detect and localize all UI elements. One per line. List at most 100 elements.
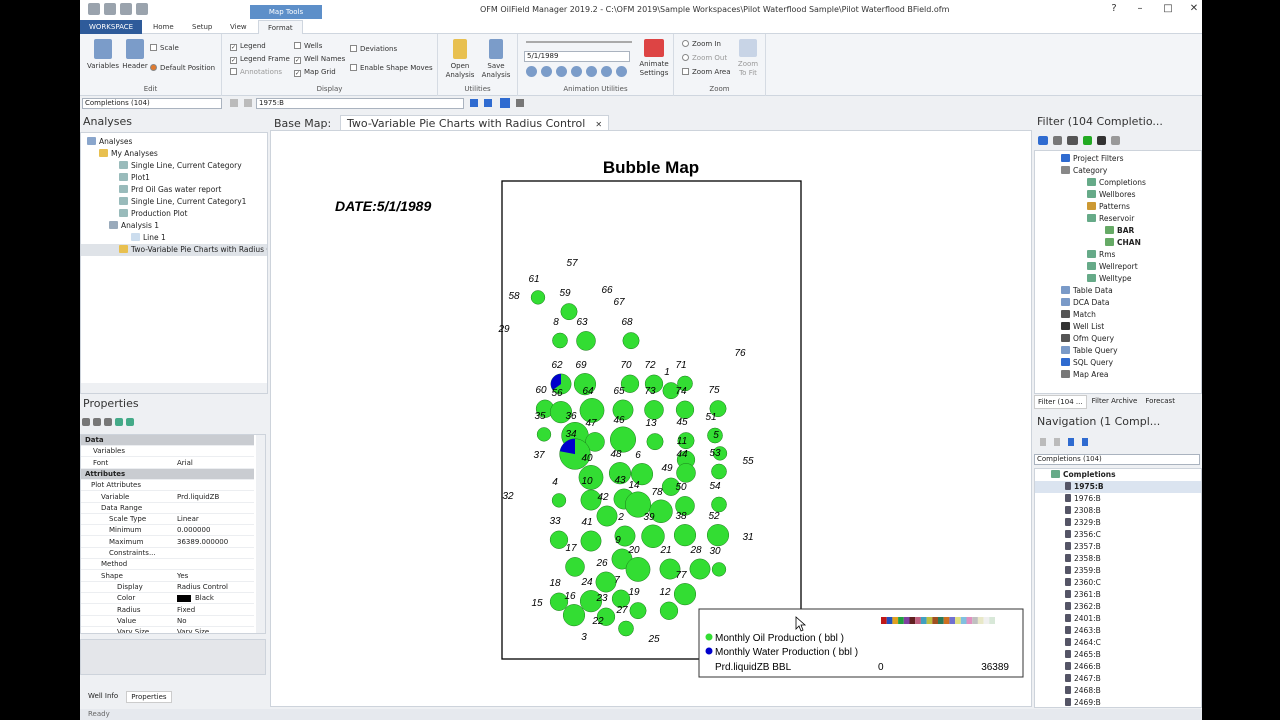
grid-icon[interactable] [500, 98, 510, 108]
well-28[interactable]: 28 [689, 545, 711, 580]
property-row[interactable]: Plot Attributes [81, 480, 254, 492]
filter-tree-item[interactable]: SQL Query [1035, 357, 1201, 369]
property-row[interactable]: Variables [81, 446, 254, 458]
bubble-map-canvas[interactable]: Bubble Map DATE:5/1/1989 576158 59 66678 63… [271, 131, 1031, 706]
well-bubble[interactable] [560, 303, 578, 321]
property-row[interactable]: Shape Yes [81, 571, 254, 582]
filter-tree-item[interactable]: Table Data [1035, 285, 1201, 297]
well-29[interactable]: 29 [497, 324, 510, 335]
well-58[interactable]: 58 [508, 291, 520, 302]
tab-format[interactable]: Format [258, 20, 303, 34]
well-46[interactable]: 46 [610, 415, 636, 453]
navigation-item[interactable]: 2360:C [1035, 577, 1201, 589]
well-bubble[interactable] [711, 463, 727, 480]
annotations-checkbox[interactable]: Annotations [230, 68, 282, 76]
open-analysis-button[interactable]: Open Analysis [442, 39, 478, 80]
well-bubble[interactable] [644, 400, 664, 420]
new-icon[interactable] [88, 3, 100, 15]
well-52[interactable]: 52 [706, 511, 730, 547]
well-22[interactable]: 22 [591, 616, 604, 627]
property-row[interactable]: Data [81, 435, 254, 446]
well-32[interactable]: 32 [502, 491, 514, 502]
navigation-item[interactable]: 2362:B [1035, 601, 1201, 613]
lock-icon[interactable] [82, 418, 90, 426]
play-icon[interactable] [586, 66, 597, 77]
property-row[interactable]: Variable Prd.liquidZB [81, 492, 254, 503]
well-bubble[interactable] [596, 505, 618, 527]
filter-icon[interactable] [516, 99, 524, 107]
next-well-icon[interactable] [470, 99, 478, 107]
property-row[interactable]: Vary Size Vary Size [81, 627, 254, 633]
well-select[interactable]: 1975:B [256, 98, 464, 109]
navigation-item[interactable]: 2308:B [1035, 505, 1201, 517]
filter-tree-item[interactable]: Well List [1035, 321, 1201, 333]
map-grid-checkbox[interactable]: ✓ Map Grid [294, 68, 336, 77]
filter-tree-item[interactable]: Wellreport [1035, 261, 1201, 273]
property-row[interactable]: Font Arial [81, 458, 254, 469]
well-bubble[interactable] [659, 601, 679, 620]
well-20[interactable]: 20 [625, 545, 651, 582]
header-button[interactable]: Header [120, 39, 150, 71]
navigation-item[interactable]: 2329:B [1035, 517, 1201, 529]
property-row[interactable]: Maximum 36389.000000 [81, 537, 254, 548]
zoom-area-button[interactable]: Zoom Area [682, 68, 731, 76]
well-55[interactable]: 55 [742, 456, 754, 467]
well-bubble[interactable] [673, 583, 697, 606]
navigation-item[interactable]: 2466:B [1035, 661, 1201, 673]
save-analysis-button[interactable]: Save Analysis [478, 39, 514, 80]
well-19[interactable]: 19 [628, 587, 647, 620]
minimize-icon[interactable]: – [1130, 3, 1150, 14]
well-3[interactable]: 3 [581, 632, 587, 643]
property-row[interactable]: Constraints... [81, 548, 254, 559]
wells-checkbox[interactable]: Wells [294, 42, 322, 50]
navigation-item[interactable]: 2467:B [1035, 673, 1201, 685]
navigation-item[interactable]: 2463:B [1035, 625, 1201, 637]
well-bubble[interactable] [536, 427, 552, 442]
well-bubble[interactable] [622, 332, 640, 350]
maximize-icon[interactable]: □ [1158, 3, 1178, 14]
tree-item[interactable]: Line 1 [81, 232, 267, 244]
well-bubble[interactable] [673, 524, 697, 547]
tab-pie-chart-analysis[interactable]: Two-Variable Pie Charts with Radius Cont… [340, 115, 610, 131]
well-bubble[interactable] [618, 620, 634, 637]
legend-checkbox[interactable]: ✓ Legend [230, 42, 266, 51]
tab-filter[interactable]: Filter (104 ... [1034, 395, 1087, 409]
previous-well-icon[interactable] [244, 99, 252, 107]
well-68[interactable]: 68 [621, 317, 640, 350]
well-names-checkbox[interactable]: ✓ Well Names [294, 55, 345, 64]
well-73[interactable]: 73 [644, 386, 664, 420]
well-bubble[interactable] [689, 558, 711, 580]
tab-workspace[interactable]: WORKSPACE [80, 20, 143, 34]
well-bubble[interactable] [625, 557, 651, 582]
last-frame-icon[interactable] [616, 66, 627, 77]
well-13[interactable]: 13 [645, 418, 664, 451]
tab-view[interactable]: View [221, 20, 256, 34]
filter-tree-item[interactable]: Match [1035, 309, 1201, 321]
well-31[interactable]: 31 [742, 532, 753, 543]
enable-shape-moves-checkbox[interactable]: Enable Shape Moves [350, 64, 433, 72]
filter-tree-item[interactable]: Reservoir [1035, 213, 1201, 225]
property-row[interactable]: Value No [81, 616, 254, 627]
deviations-checkbox[interactable]: Deviations [350, 45, 397, 53]
well-bubble[interactable] [646, 433, 664, 451]
well-41[interactable]: 41 [580, 517, 602, 552]
animation-slider[interactable] [526, 41, 632, 43]
well-bubble[interactable] [676, 463, 696, 483]
property-row[interactable]: Color Black [81, 593, 254, 605]
navigation-item[interactable]: 2358:B [1035, 553, 1201, 565]
add-icon[interactable] [126, 418, 134, 426]
well-7[interactable]: 7 [611, 575, 631, 608]
apply-icon[interactable] [115, 418, 123, 426]
filter-tree-item[interactable]: Wellbores [1035, 189, 1201, 201]
first-frame-icon[interactable] [526, 66, 537, 77]
well-66[interactable]: 66 [601, 285, 613, 296]
well-15[interactable]: 15 [531, 598, 543, 609]
navigation-item[interactable]: 2357:B [1035, 541, 1201, 553]
filter-tree-item[interactable]: CHAN [1035, 237, 1201, 249]
well-38[interactable]: 38 [673, 511, 697, 547]
scale-button[interactable]: Scale [150, 44, 179, 52]
well-bubble[interactable] [629, 602, 647, 620]
zoom-to-fit-button[interactable]: Zoom To Fit [734, 39, 762, 78]
save-icon[interactable] [136, 3, 148, 15]
well-57[interactable]: 57 [566, 258, 578, 269]
